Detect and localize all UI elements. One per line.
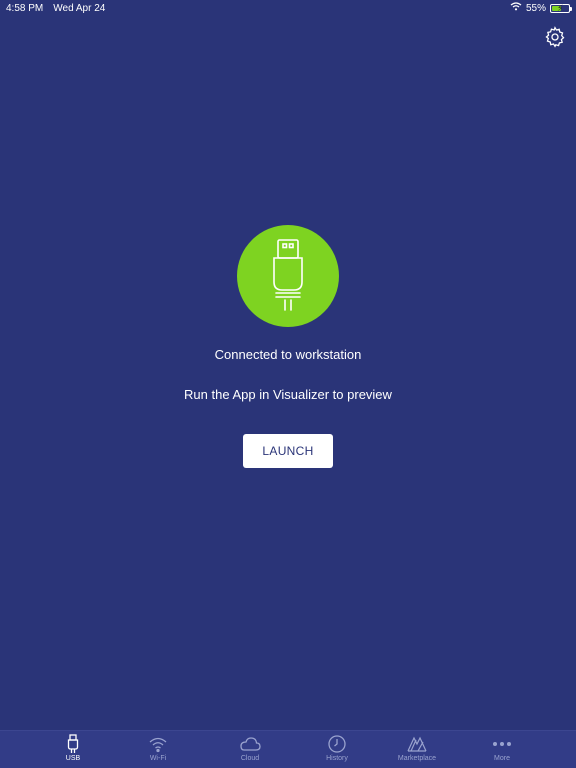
status-right: 55% ⚡ (510, 2, 572, 14)
app-screen: 4:58 PM Wed Apr 24 55% ⚡ Connected to wo… (0, 0, 576, 768)
tab-label: Cloud (240, 755, 260, 762)
status-bar: 4:58 PM Wed Apr 24 55% ⚡ (0, 0, 576, 16)
charging-bolt-icon: ⚡ (557, 2, 564, 13)
tab-wifi[interactable]: Wi-Fi (128, 734, 188, 768)
status-left: 4:58 PM Wed Apr 24 (6, 3, 105, 14)
launch-button[interactable]: LAUNCH (243, 434, 333, 468)
usb-connection-indicator (237, 225, 339, 327)
tab-label: Marketplace (397, 755, 437, 762)
tab-more[interactable]: More (472, 734, 532, 768)
tab-label: Wi-Fi (149, 755, 167, 762)
tab-label: History (326, 755, 348, 762)
status-time: 4:58 PM (6, 2, 44, 14)
marketplace-icon (407, 736, 427, 752)
usb-plug-icon (273, 239, 303, 311)
gear-icon (545, 26, 565, 48)
settings-button[interactable] (542, 24, 568, 50)
tab-bar: USB Wi-Fi Cloud History Marketplace More (0, 730, 576, 768)
tab-history[interactable]: History (307, 734, 367, 768)
more-icon (493, 742, 511, 746)
tab-label: USB (65, 755, 81, 762)
tab-cloud[interactable]: Cloud (220, 734, 280, 768)
connection-status-title: Connected to workstation (214, 347, 362, 362)
status-date: Wed Apr 24 (53, 2, 106, 14)
tab-label: More (494, 755, 510, 762)
battery-icon: ⚡ (550, 2, 572, 13)
connection-status-subtitle: Run the App in Visualizer to preview (184, 387, 392, 402)
clock-icon (328, 735, 346, 753)
wifi-status-icon (510, 2, 522, 14)
tab-marketplace[interactable]: Marketplace (387, 734, 447, 768)
battery-percent: 55% (525, 2, 546, 14)
usb-icon (67, 734, 79, 753)
cloud-icon (240, 737, 261, 751)
wifi-icon (149, 737, 167, 753)
tab-usb[interactable]: USB (43, 734, 103, 768)
